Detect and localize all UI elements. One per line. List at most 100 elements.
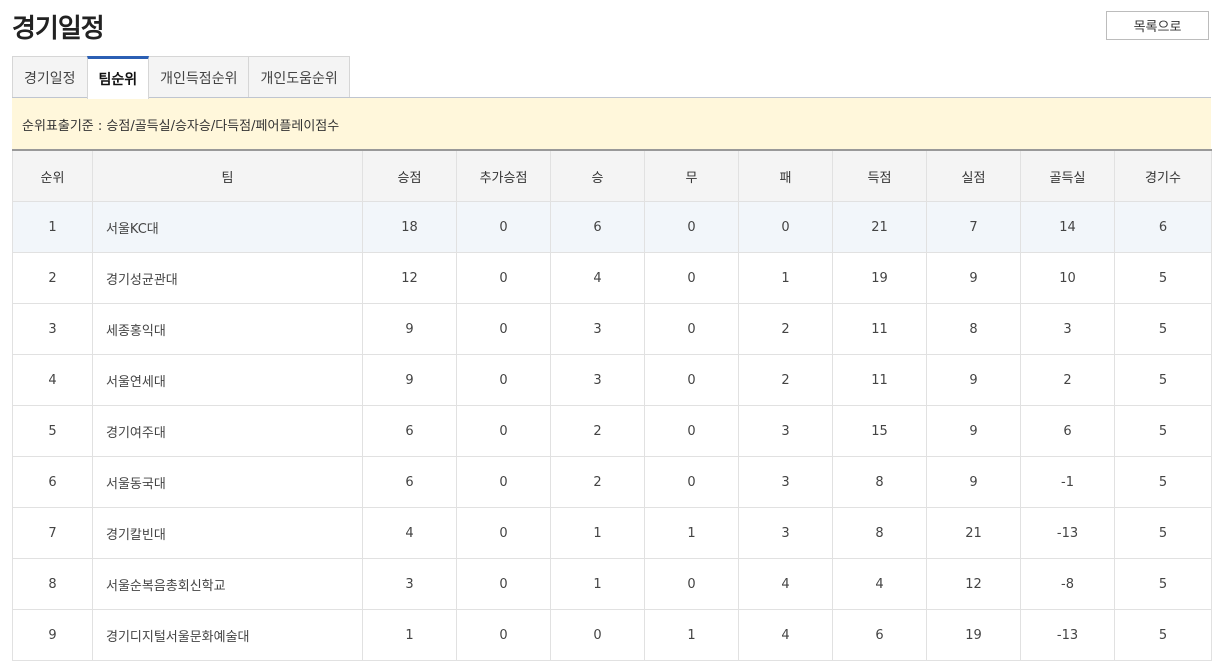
goals-for-cell: 8 [832, 456, 927, 508]
goal-difference-cell: 2 [1020, 354, 1115, 406]
goals-for-cell: 11 [832, 303, 927, 355]
wins-cell: 2 [550, 405, 645, 457]
goal-difference-cell: 14 [1020, 201, 1115, 253]
team-cell: 서울KC대 [92, 201, 363, 253]
draws-cell: 0 [644, 405, 739, 457]
table-row: 6 서울동국대 6 0 2 0 3 8 9 -1 5 [12, 456, 1212, 508]
games-played-cell: 5 [1114, 252, 1212, 304]
rank-cell: 6 [12, 456, 93, 508]
points-cell: 18 [362, 201, 457, 253]
tab-schedule[interactable]: 경기일정 [12, 56, 88, 98]
bonus-points-cell: 0 [456, 405, 551, 457]
losses-cell: 4 [738, 558, 833, 610]
rank-cell: 9 [12, 609, 93, 661]
header-team: 팀 [92, 149, 363, 202]
bonus-points-cell: 0 [456, 507, 551, 559]
table-row: 1 서울KC대 18 0 6 0 0 21 7 14 6 [12, 201, 1212, 253]
table-row: 5 경기여주대 6 0 2 0 3 15 9 6 5 [12, 405, 1212, 457]
losses-cell: 3 [738, 456, 833, 508]
wins-cell: 4 [550, 252, 645, 304]
goals-against-cell: 8 [926, 303, 1021, 355]
team-cell: 경기디지털서울문화예술대 [92, 609, 363, 661]
table-row: 9 경기디지털서울문화예술대 1 0 0 1 4 6 19 -13 5 [12, 609, 1212, 661]
tab-team-ranking[interactable]: 팀순위 [86, 56, 150, 99]
bonus-points-cell: 0 [456, 456, 551, 508]
games-played-cell: 6 [1114, 201, 1212, 253]
standings-body: 1 서울KC대 18 0 6 0 0 21 7 14 6 2 경기성균관대 12 0 4 0 1 19 9 10 5 3 세종… [12, 201, 1212, 661]
goal-difference-cell: 6 [1020, 405, 1115, 457]
goals-against-cell: 12 [926, 558, 1021, 610]
goals-for-cell: 11 [832, 354, 927, 406]
goal-difference-cell: -13 [1020, 507, 1115, 559]
losses-cell: 4 [738, 609, 833, 661]
games-played-cell: 5 [1114, 303, 1212, 355]
rank-cell: 2 [12, 252, 93, 304]
rank-cell: 3 [12, 303, 93, 355]
standings-table: 순위 팀 승점 추가승점 승 무 패 득점 실점 골득실 경기수 1 서울KC대 1… [12, 149, 1212, 661]
list-button[interactable]: 목록으로 [1106, 11, 1209, 40]
points-cell: 12 [362, 252, 457, 304]
rank-cell: 8 [12, 558, 93, 610]
goal-difference-cell: 3 [1020, 303, 1115, 355]
header-wins: 승 [550, 149, 645, 202]
wins-cell: 3 [550, 354, 645, 406]
bonus-points-cell: 0 [456, 303, 551, 355]
bonus-points-cell: 0 [456, 558, 551, 610]
header-goals-for: 득점 [832, 149, 927, 202]
goals-for-cell: 19 [832, 252, 927, 304]
games-played-cell: 5 [1114, 558, 1212, 610]
wins-cell: 0 [550, 609, 645, 661]
wins-cell: 2 [550, 456, 645, 508]
team-cell: 서울연세대 [92, 354, 363, 406]
draws-cell: 0 [644, 252, 739, 304]
table-row: 2 경기성균관대 12 0 4 0 1 19 9 10 5 [12, 252, 1212, 304]
team-cell: 경기여주대 [92, 405, 363, 457]
header-games-played: 경기수 [1114, 149, 1212, 202]
points-cell: 6 [362, 456, 457, 508]
rank-cell: 1 [12, 201, 93, 253]
page-title: 경기일정 [12, 14, 105, 44]
losses-cell: 2 [738, 354, 833, 406]
goal-difference-cell: 10 [1020, 252, 1115, 304]
header-points: 승점 [362, 149, 457, 202]
team-cell: 서울동국대 [92, 456, 363, 508]
ranking-criteria-text: 순위표출기준 : 승점/골득실/승자승/다득점/페어플레이점수 [22, 118, 340, 134]
points-cell: 3 [362, 558, 457, 610]
goals-against-cell: 21 [926, 507, 1021, 559]
wins-cell: 6 [550, 201, 645, 253]
draws-cell: 1 [644, 507, 739, 559]
goals-against-cell: 7 [926, 201, 1021, 253]
goals-for-cell: 6 [832, 609, 927, 661]
goals-against-cell: 9 [926, 405, 1021, 457]
draws-cell: 0 [644, 201, 739, 253]
goal-difference-cell: -8 [1020, 558, 1115, 610]
goals-against-cell: 19 [926, 609, 1021, 661]
goals-for-cell: 21 [832, 201, 927, 253]
draws-cell: 0 [644, 456, 739, 508]
table-row: 3 세종홍익대 9 0 3 0 2 11 8 3 5 [12, 303, 1212, 355]
table-header-row: 순위 팀 승점 추가승점 승 무 패 득점 실점 골득실 경기수 [12, 149, 1212, 202]
wins-cell: 1 [550, 558, 645, 610]
losses-cell: 0 [738, 201, 833, 253]
goal-difference-cell: -13 [1020, 609, 1115, 661]
rank-cell: 5 [12, 405, 93, 457]
tab-scoring-ranking[interactable]: 개인득점순위 [148, 56, 250, 98]
header-bonus-points: 추가승점 [456, 149, 551, 202]
points-cell: 9 [362, 354, 457, 406]
table-row: 4 서울연세대 9 0 3 0 2 11 9 2 5 [12, 354, 1212, 406]
goals-for-cell: 4 [832, 558, 927, 610]
points-cell: 6 [362, 405, 457, 457]
points-cell: 9 [362, 303, 457, 355]
team-cell: 경기성균관대 [92, 252, 363, 304]
tab-bar: 경기일정 팀순위 개인득점순위 개인도움순위 [12, 56, 350, 99]
goals-against-cell: 9 [926, 354, 1021, 406]
goal-difference-cell: -1 [1020, 456, 1115, 508]
points-cell: 1 [362, 609, 457, 661]
goals-against-cell: 9 [926, 456, 1021, 508]
tab-assist-ranking[interactable]: 개인도움순위 [248, 56, 350, 98]
games-played-cell: 5 [1114, 354, 1212, 406]
draws-cell: 1 [644, 609, 739, 661]
losses-cell: 1 [738, 252, 833, 304]
team-cell: 경기칼빈대 [92, 507, 363, 559]
goals-against-cell: 9 [926, 252, 1021, 304]
